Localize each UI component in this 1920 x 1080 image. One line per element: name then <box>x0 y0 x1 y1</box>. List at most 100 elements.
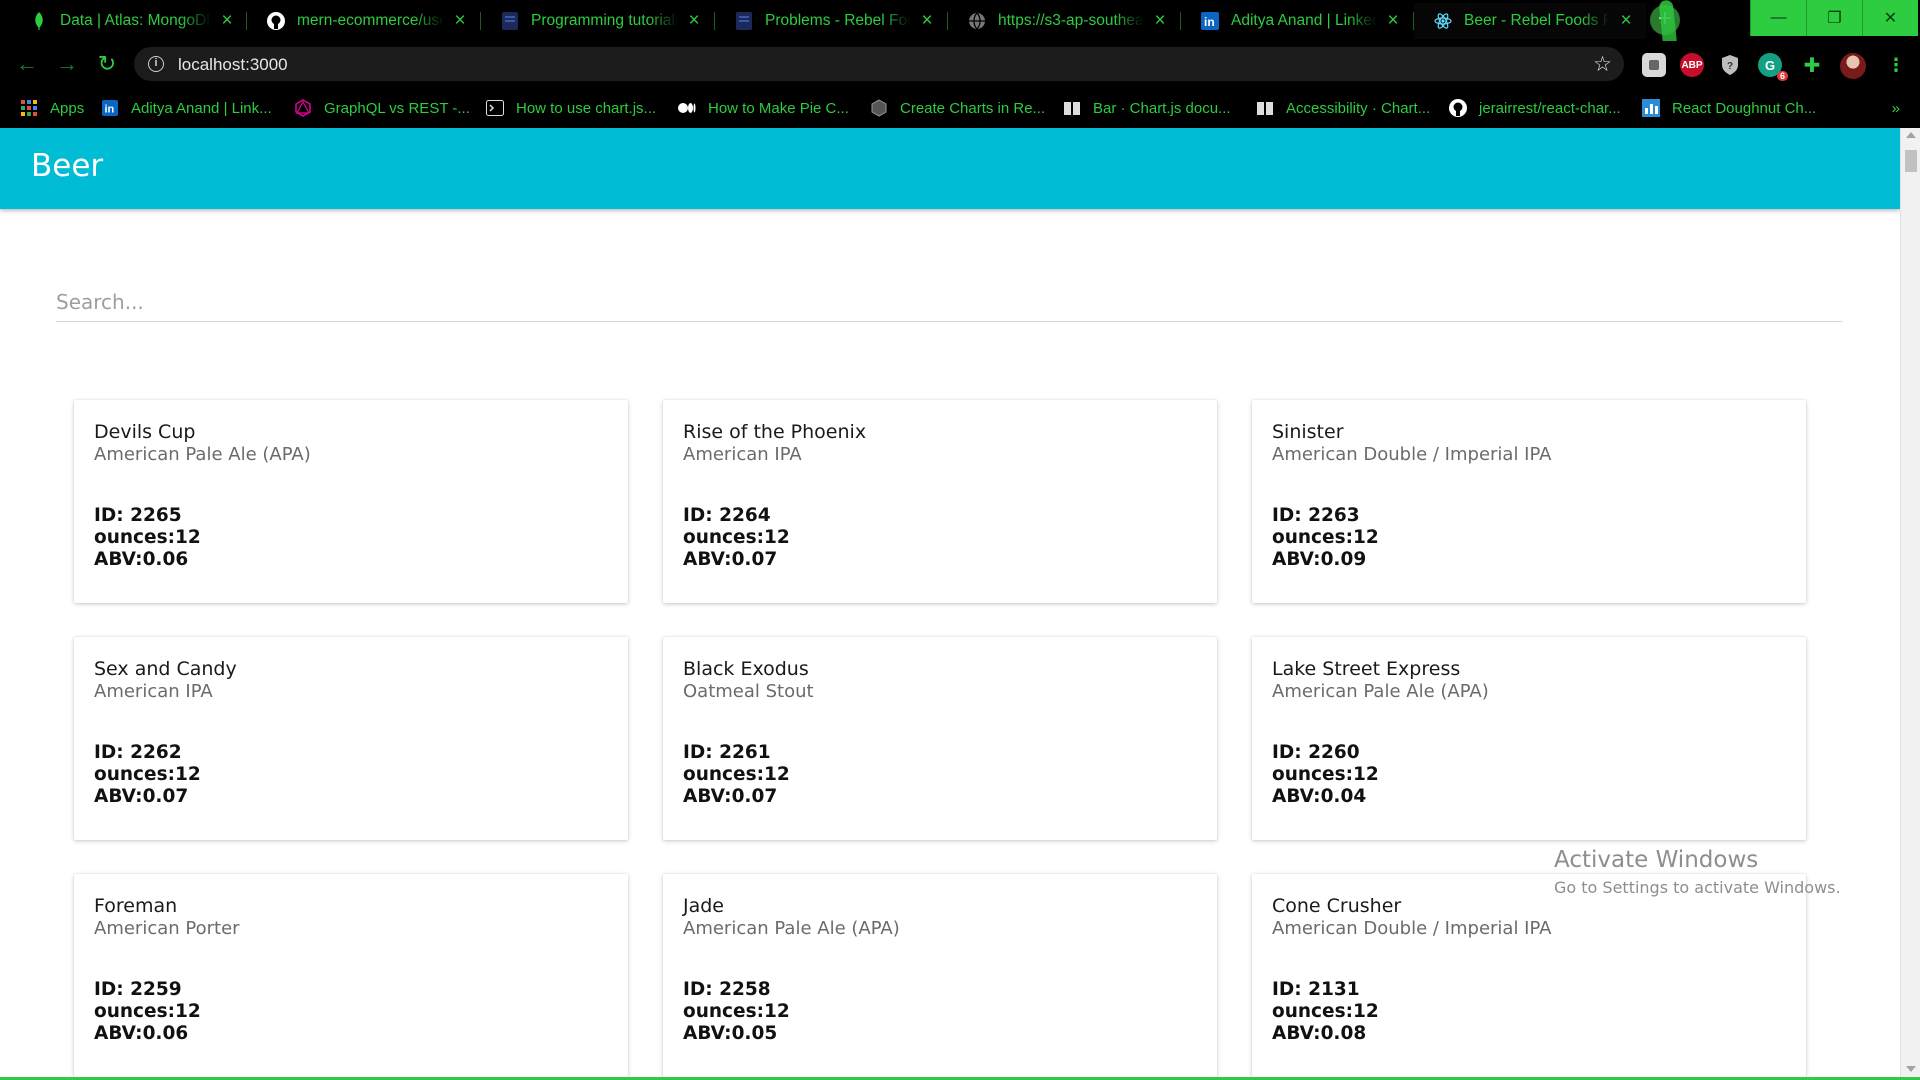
beer-card[interactable]: Foreman American Porter ID: 2259 ounces:… <box>74 874 628 1077</box>
beer-card-grid: Devils Cup American Pale Ale (APA) ID: 2… <box>74 400 1808 1077</box>
bookmarks-overflow-button[interactable]: » <box>1892 100 1900 117</box>
address-bar[interactable]: i localhost:3000 ☆ <box>134 47 1624 81</box>
page-scrollbar[interactable] <box>1900 128 1920 1080</box>
forward-button[interactable]: → <box>54 51 80 77</box>
menu-icon[interactable]: ⋮ <box>1884 53 1908 77</box>
browser-tab[interactable]: Problems - Rebel Foods × <box>715 3 947 39</box>
beer-id: ID: 2264 <box>683 505 771 526</box>
bookmark-item[interactable]: Accessibility · Chart... <box>1256 96 1430 120</box>
beer-name: Black Exodus <box>683 658 809 680</box>
graphql-icon <box>294 99 312 117</box>
github-icon <box>1449 99 1467 117</box>
globe-icon <box>968 12 986 30</box>
book-icon <box>1256 99 1274 117</box>
bookmark-item[interactable]: in Aditya Anand | Link... <box>101 96 272 120</box>
beer-name: Foreman <box>94 895 178 917</box>
bookmark-apps[interactable]: Apps <box>20 96 84 120</box>
beer-name: Rise of the Phoenix <box>683 421 867 443</box>
bookmark-item[interactable]: jerairrest/react-char... <box>1449 96 1621 120</box>
beer-card[interactable]: Devils Cup American Pale Ale (APA) ID: 2… <box>74 400 628 603</box>
close-tab-icon[interactable]: × <box>919 11 935 30</box>
browser-tab[interactable]: Data | Atlas: MongoDB × <box>10 3 247 39</box>
beer-abv: ABV:0.07 <box>683 786 778 807</box>
beer-card[interactable]: Rise of the Phoenix American IPA ID: 226… <box>663 400 1217 603</box>
beer-id: ID: 2131 <box>1272 979 1360 1000</box>
svg-text:in: in <box>105 104 115 116</box>
close-tab-icon[interactable]: × <box>1152 11 1168 30</box>
close-tab-icon[interactable]: × <box>452 11 468 30</box>
close-tab-icon[interactable]: × <box>686 11 702 30</box>
page-icon <box>501 12 519 30</box>
bookmark-item[interactable]: Bar · Chart.js docu... <box>1063 96 1231 120</box>
puzzle-icon[interactable]: ✚ <box>1800 53 1824 77</box>
beer-ounces: ounces:12 <box>94 527 201 548</box>
beer-card[interactable]: Lake Street Express American Pale Ale (A… <box>1252 637 1806 840</box>
close-tab-icon[interactable]: × <box>219 11 235 30</box>
beer-abv: ABV:0.07 <box>683 549 778 570</box>
close-tab-icon[interactable]: × <box>1618 11 1634 30</box>
beer-ounces: ounces:12 <box>1272 527 1379 548</box>
abp-icon[interactable]: ABP <box>1680 53 1704 77</box>
browser-toolbar: ← → ↻ i localhost:3000 ☆ ABP ? G 6 ✚ ⋮ <box>0 41 1920 88</box>
beer-id: ID: 2265 <box>94 505 182 526</box>
beer-style: American Porter <box>94 918 240 939</box>
address-url: localhost:3000 <box>178 55 288 74</box>
beer-abv: ABV:0.07 <box>94 786 189 807</box>
beer-card[interactable]: Sinister American Double / Imperial IPA … <box>1252 400 1806 603</box>
beer-style: American IPA <box>94 681 213 702</box>
bookmark-star-icon[interactable]: ☆ <box>1593 52 1612 77</box>
shield-icon[interactable]: ? <box>1718 53 1742 77</box>
info-icon[interactable]: i <box>148 56 164 72</box>
beer-style: Oatmeal Stout <box>683 681 814 702</box>
scroll-up-icon[interactable] <box>1906 132 1916 138</box>
profile-avatar[interactable] <box>1840 53 1866 79</box>
apps-grid-icon <box>20 99 38 117</box>
browser-tab[interactable]: Programming tutorials × <box>481 3 714 39</box>
bookmark-item[interactable]: React Doughnut Ch... <box>1642 96 1816 120</box>
react-icon <box>1434 12 1452 30</box>
window-controls: — ❐ ✕ <box>1750 0 1918 36</box>
scroll-down-icon[interactable] <box>1906 1066 1916 1072</box>
bookmark-item[interactable]: How to use chart.js... <box>486 96 656 120</box>
beer-card[interactable]: Cone Crusher American Double / Imperial … <box>1252 874 1806 1077</box>
close-window-button[interactable]: ✕ <box>1862 0 1918 36</box>
notification-badge: 6 <box>1776 71 1788 81</box>
close-tab-icon[interactable]: × <box>1385 11 1401 30</box>
restore-button[interactable]: ❐ <box>1806 0 1862 36</box>
grammarly-icon[interactable]: G 6 <box>1758 53 1788 81</box>
bookmark-item[interactable]: GraphQL vs REST -... <box>294 96 470 120</box>
beer-ounces: ounces:12 <box>94 1001 201 1022</box>
beer-abv: ABV:0.05 <box>683 1023 778 1044</box>
minimize-button[interactable]: — <box>1750 0 1806 36</box>
linkedin-icon: in <box>101 99 119 117</box>
browser-tab[interactable]: in Aditya Anand | LinkedIn × <box>1181 3 1413 39</box>
back-button[interactable]: ← <box>14 51 40 77</box>
beer-card[interactable]: Jade American Pale Ale (APA) ID: 2258 ou… <box>663 874 1217 1077</box>
bookmark-item[interactable]: How to Make Pie C... <box>678 96 849 120</box>
beer-card[interactable]: Black Exodus Oatmeal Stout ID: 2261 ounc… <box>663 637 1217 840</box>
browser-tab[interactable]: mern-ecommerce/user × <box>247 3 480 39</box>
browser-tab-active[interactable]: Beer - Rebel Foods Fron × <box>1414 3 1646 39</box>
beer-name: Devils Cup <box>94 421 196 443</box>
book-icon <box>1063 99 1081 117</box>
reload-button[interactable]: ↻ <box>94 51 120 77</box>
search-input[interactable] <box>56 282 1842 322</box>
beer-ounces: ounces:12 <box>683 527 790 548</box>
beer-style: American Double / Imperial IPA <box>1272 918 1552 939</box>
beer-id: ID: 2260 <box>1272 742 1360 763</box>
chart-icon <box>1642 99 1660 117</box>
browser-tab[interactable]: https://s3-ap-southeast × <box>948 3 1180 39</box>
scroll-thumb[interactable] <box>1905 150 1917 172</box>
beer-abv: ABV:0.06 <box>94 549 189 570</box>
github-icon <box>267 12 285 30</box>
terminal-icon <box>486 99 504 117</box>
beer-ounces: ounces:12 <box>1272 1001 1379 1022</box>
bookmark-item[interactable]: Create Charts in Re... <box>870 96 1045 120</box>
beer-card[interactable]: Sex and Candy American IPA ID: 2262 ounc… <box>74 637 628 840</box>
beer-style: American Pale Ale (APA) <box>683 918 900 939</box>
beer-abv: ABV:0.08 <box>1272 1023 1367 1044</box>
beer-abv: ABV:0.04 <box>1272 786 1367 807</box>
cast-icon[interactable] <box>1642 53 1666 77</box>
beer-ounces: ounces:12 <box>683 764 790 785</box>
beer-name: Cone Crusher <box>1272 895 1402 917</box>
